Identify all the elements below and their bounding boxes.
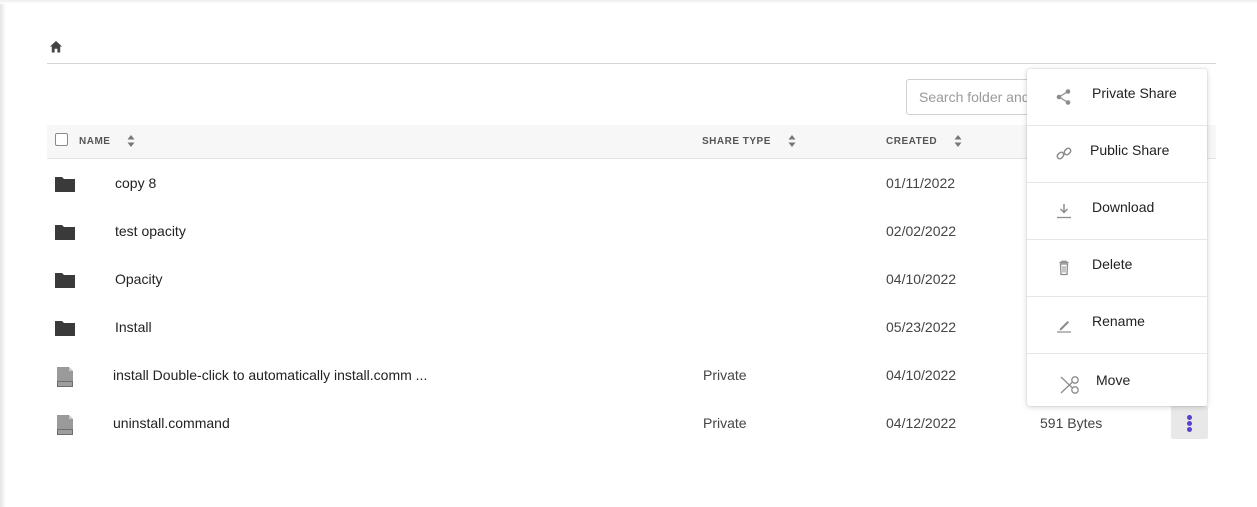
menu-item-public-share[interactable]: Public Share [1027, 126, 1207, 183]
download-icon [1055, 202, 1073, 220]
sort-icon[interactable] [954, 134, 962, 148]
table-row[interactable]: uninstall.command Private 04/12/2022 591… [47, 399, 1216, 447]
menu-item-label: Rename [1092, 313, 1145, 329]
home-icon[interactable] [49, 40, 63, 54]
menu-item-move[interactable]: Move [1027, 354, 1207, 406]
row-created: 02/02/2022 [886, 223, 957, 239]
menu-item-label: Public Share [1090, 142, 1170, 158]
row-name[interactable]: test opacity [115, 207, 186, 255]
row-size: 591 Bytes [1040, 415, 1103, 431]
row-created: 05/23/2022 [886, 319, 957, 335]
folder-icon [54, 174, 76, 194]
folder-icon [54, 318, 76, 338]
window-edge [0, 0, 6, 507]
file-icon [54, 366, 76, 387]
row-name[interactable]: copy 8 [115, 159, 156, 207]
breadcrumb [47, 38, 1216, 64]
menu-item-private-share[interactable]: Private Share [1027, 69, 1207, 126]
row-created: 01/11/2022 [886, 175, 956, 191]
row-name[interactable]: uninstall.command [113, 399, 230, 447]
folder-icon [54, 270, 76, 290]
sort-icon[interactable] [127, 134, 135, 148]
trash-icon [1055, 259, 1073, 277]
scissors-icon [1059, 375, 1081, 395]
menu-item-label: Download [1092, 199, 1155, 215]
row-created: 04/10/2022 [886, 367, 957, 383]
share-icon [1055, 88, 1073, 106]
file-icon [54, 414, 76, 435]
row-name[interactable]: Install [115, 303, 152, 351]
row-created: 04/12/2022 [886, 415, 957, 431]
context-menu: Private Share Public Share Download Dele… [1027, 69, 1207, 406]
menu-item-label: Delete [1092, 256, 1133, 272]
select-all-checkbox[interactable] [55, 133, 68, 146]
window-top-edge [0, 0, 1257, 4]
sort-icon[interactable] [788, 134, 796, 148]
row-share-type: Private [703, 415, 747, 431]
column-header-name[interactable]: NAME [79, 125, 110, 159]
menu-item-label: Move [1096, 372, 1131, 388]
column-header-share-type[interactable]: SHARE TYPE [702, 125, 771, 159]
more-vertical-icon [1187, 415, 1192, 420]
menu-item-rename[interactable]: Rename [1027, 297, 1207, 354]
menu-item-delete[interactable]: Delete [1027, 240, 1207, 297]
pencil-icon [1055, 316, 1073, 334]
menu-item-label: Private Share [1092, 85, 1177, 101]
link-icon [1055, 145, 1073, 163]
row-actions-button[interactable] [1171, 406, 1208, 439]
row-created: 04/10/2022 [886, 271, 957, 287]
row-name[interactable]: Opacity [115, 255, 162, 303]
column-header-created[interactable]: CREATED [886, 125, 937, 159]
folder-icon [54, 222, 76, 242]
row-share-type: Private [703, 367, 747, 383]
menu-item-download[interactable]: Download [1027, 183, 1207, 240]
row-name[interactable]: install Double-click to automatically in… [113, 351, 427, 399]
